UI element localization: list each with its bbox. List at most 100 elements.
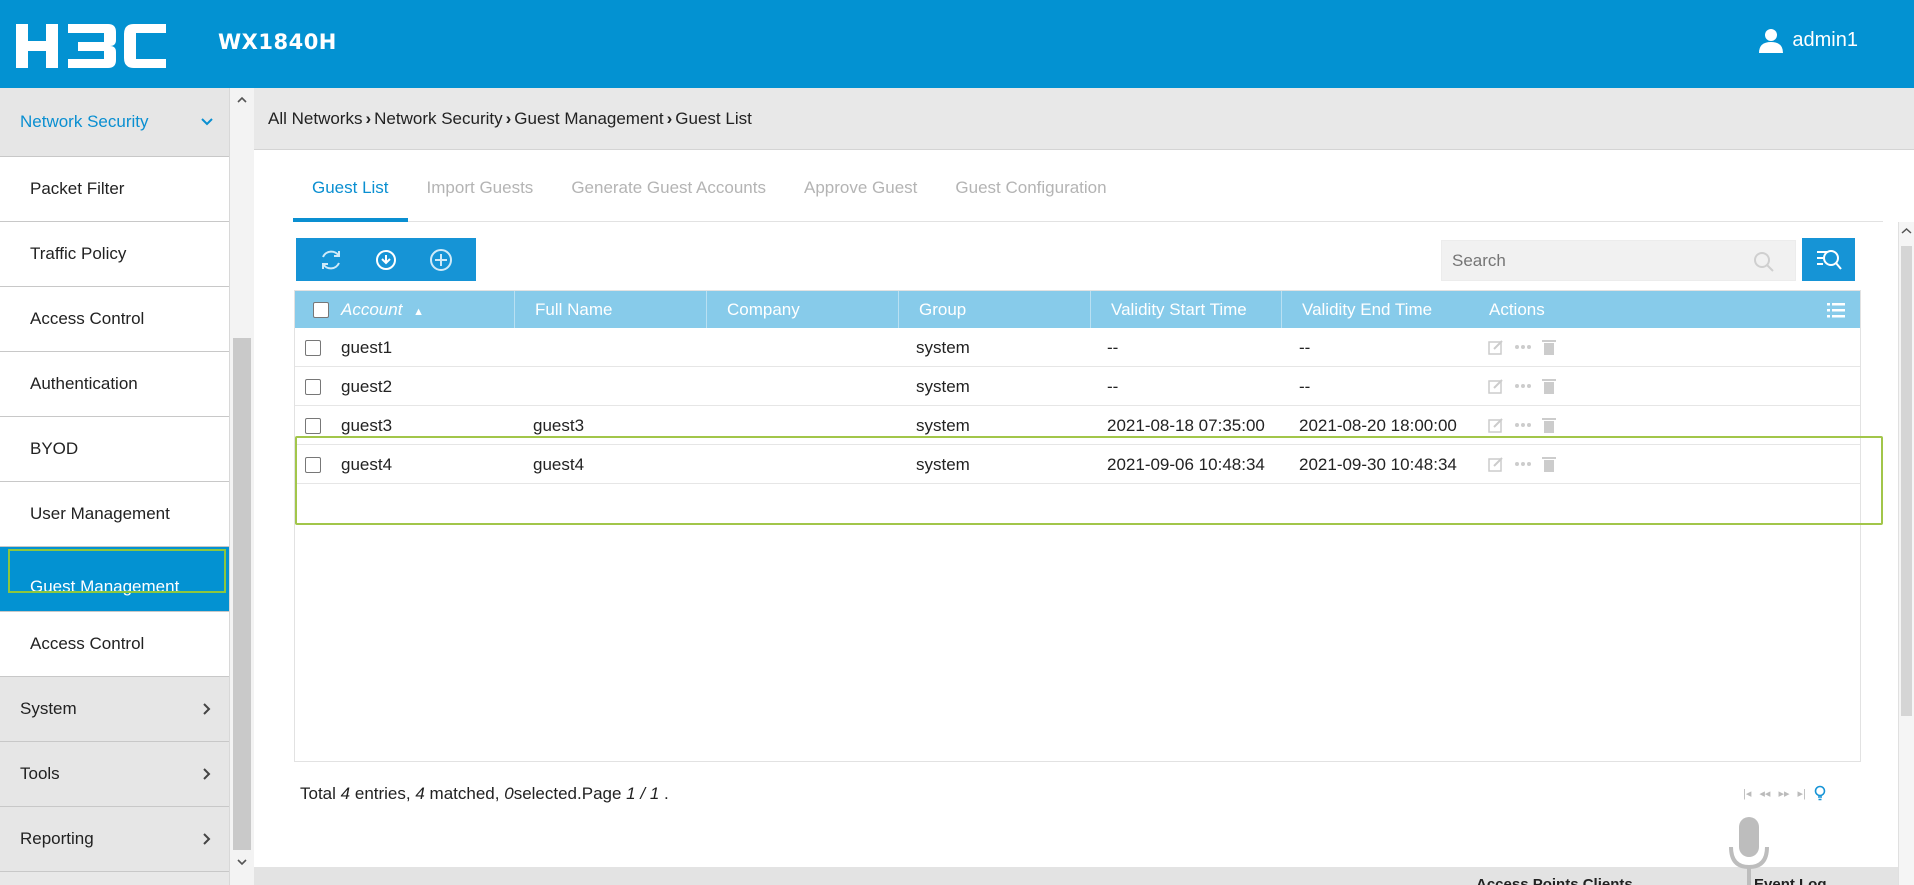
lightbulb-icon[interactable] xyxy=(1814,785,1826,801)
edit-icon[interactable] xyxy=(1488,456,1504,472)
column-header-group[interactable]: Group xyxy=(898,291,1090,328)
edit-icon[interactable] xyxy=(1488,417,1504,433)
sidebar-item-network-security[interactable]: Network Security xyxy=(0,88,229,157)
tab-guest-configuration[interactable]: Guest Configuration xyxy=(936,166,1125,222)
column-header-validity-start[interactable]: Validity Start Time xyxy=(1090,291,1281,328)
next-page-icon[interactable]: ▸▸ xyxy=(1778,787,1789,800)
sidebar-item-guest-management[interactable]: Guest Management xyxy=(0,547,229,612)
sidebar-item-authentication[interactable]: Authentication xyxy=(0,352,229,417)
sidebar-item-label: Reporting xyxy=(20,829,94,848)
advanced-search-button[interactable] xyxy=(1802,238,1855,281)
sidebar-item-reporting[interactable]: Reporting xyxy=(0,807,229,872)
total-count: 4 xyxy=(340,784,351,803)
sidebar-scroll-thumb[interactable] xyxy=(233,338,251,850)
column-settings-icon[interactable] xyxy=(1827,302,1845,318)
prev-page-icon[interactable]: ◂◂ xyxy=(1759,787,1770,800)
sidebar-item-packet-filter[interactable]: Packet Filter xyxy=(0,157,229,222)
search-icon[interactable] xyxy=(1753,251,1775,273)
breadcrumb-separator-icon: › xyxy=(365,108,372,128)
tab-generate-guest-accounts[interactable]: Generate Guest Accounts xyxy=(552,166,785,222)
first-page-icon[interactable]: |◂ xyxy=(1743,787,1751,800)
delete-icon[interactable] xyxy=(1542,378,1556,394)
sort-asc-icon: ▲ xyxy=(413,306,425,318)
delete-icon[interactable] xyxy=(1542,456,1556,472)
column-header-company[interactable]: Company xyxy=(706,291,898,328)
more-icon[interactable] xyxy=(1514,461,1532,467)
sidebar-item-byod[interactable]: BYOD xyxy=(0,417,229,482)
sidebar-item-access-control[interactable]: Access Control xyxy=(0,287,229,352)
tab-bar: Guest List Import Guests Generate Guest … xyxy=(293,166,1883,222)
refresh-icon xyxy=(322,250,341,269)
tab-import-guests[interactable]: Import Guests xyxy=(408,166,553,222)
delete-icon[interactable] xyxy=(1542,417,1556,433)
page-separator: / xyxy=(640,784,646,803)
column-header-account[interactable]: Account ▲ xyxy=(321,291,514,328)
table-row[interactable]: guest2 system -- -- xyxy=(295,367,1860,406)
refresh-button[interactable] xyxy=(311,240,351,280)
search-input[interactable] xyxy=(1442,241,1732,280)
row-checkbox[interactable] xyxy=(305,457,321,473)
advanced-search-icon xyxy=(1816,249,1842,270)
row-checkbox[interactable] xyxy=(305,340,321,356)
breadcrumb-separator-icon: › xyxy=(666,108,673,128)
download-icon xyxy=(375,249,396,270)
export-button[interactable] xyxy=(366,240,406,280)
row-checkbox[interactable] xyxy=(305,418,321,434)
scroll-up-icon[interactable] xyxy=(236,94,248,106)
sidebar-menu: Network Security Packet Filter Traffic P… xyxy=(0,88,229,872)
row-checkbox[interactable] xyxy=(305,379,321,395)
page-scrollbar[interactable] xyxy=(1898,222,1914,885)
breadcrumb-item[interactable]: Guest Management xyxy=(514,109,663,129)
column-header-actions: Actions xyxy=(1489,300,1545,319)
cell-group: system xyxy=(916,338,970,357)
sidebar-item-traffic-policy[interactable]: Traffic Policy xyxy=(0,222,229,287)
cell-account: guest2 xyxy=(341,377,393,396)
cell-account: guest4 xyxy=(341,455,393,474)
scroll-up-icon[interactable] xyxy=(1901,226,1912,236)
add-guest-button[interactable] xyxy=(421,240,461,280)
page-scroll-thumb[interactable] xyxy=(1901,246,1912,716)
table-row[interactable]: guest3 guest3 system 2021-08-18 07:35:00… xyxy=(295,406,1860,445)
table-row[interactable]: guest4 guest4 system 2021-09-06 10:48:34… xyxy=(295,445,1860,484)
cell-account: guest1 xyxy=(341,338,393,357)
sidebar-scrollbar[interactable] xyxy=(229,88,254,885)
chevron-right-icon xyxy=(203,768,211,780)
more-icon[interactable] xyxy=(1514,422,1532,428)
delete-icon[interactable] xyxy=(1542,339,1556,355)
edit-icon[interactable] xyxy=(1488,339,1504,355)
summary-text: entries, xyxy=(354,784,411,803)
tab-approve-guest[interactable]: Approve Guest xyxy=(785,166,936,222)
user-menu[interactable]: admin1 xyxy=(1758,27,1858,53)
table-row[interactable]: guest1 system -- -- xyxy=(295,328,1860,367)
sidebar-item-system[interactable]: System xyxy=(0,677,229,742)
row-actions xyxy=(1488,417,1556,433)
cell-full-name: guest3 xyxy=(533,416,585,435)
sidebar-item-tools[interactable]: Tools xyxy=(0,742,229,807)
sidebar-item-access-control-2[interactable]: Access Control xyxy=(0,612,229,677)
column-header-validity-end[interactable]: Validity End Time xyxy=(1281,291,1472,328)
cell-validity-end: 2021-08-20 18:00:00 xyxy=(1299,416,1457,435)
breadcrumb-item[interactable]: Network Security xyxy=(374,109,502,129)
microphone-icon[interactable] xyxy=(1726,817,1772,885)
edit-icon[interactable] xyxy=(1488,378,1504,394)
tab-guest-list[interactable]: Guest List xyxy=(293,166,408,222)
scroll-down-icon[interactable] xyxy=(236,856,248,868)
sidebar: Network Security Packet Filter Traffic P… xyxy=(0,88,254,885)
chevron-right-icon xyxy=(203,833,211,845)
breadcrumb-item[interactable]: All Networks xyxy=(268,109,362,129)
matched-count: 4 xyxy=(415,784,425,803)
summary-text: selected.Page xyxy=(513,784,622,803)
cell-validity-start: 2021-08-18 07:35:00 xyxy=(1107,416,1265,435)
bottom-event-log[interactable]: Event Log xyxy=(1754,876,1827,885)
row-actions xyxy=(1488,378,1556,394)
bottom-tabs-text[interactable]: Access Points Clients xyxy=(1476,876,1633,885)
cell-full-name: guest4 xyxy=(533,455,585,474)
column-header-full-name[interactable]: Full Name xyxy=(514,291,706,328)
more-icon[interactable] xyxy=(1514,383,1532,389)
more-icon[interactable] xyxy=(1514,344,1532,350)
table-header: Account ▲ Full Name Company Group Validi… xyxy=(295,291,1860,328)
sidebar-item-user-management[interactable]: User Management xyxy=(0,482,229,547)
last-page-icon[interactable]: ▸| xyxy=(1797,787,1805,800)
sidebar-item-label: Packet Filter xyxy=(30,179,125,198)
total-pages: 1 xyxy=(649,784,660,803)
